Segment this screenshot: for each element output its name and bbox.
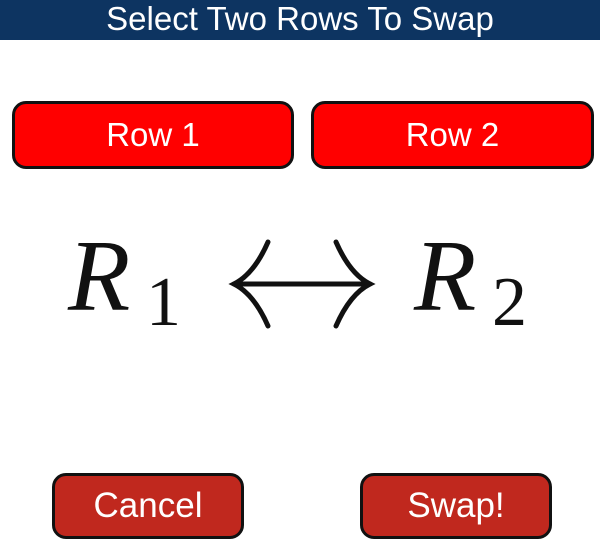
formula-right-symbol: R xyxy=(413,220,476,333)
formula-operator: ↔ xyxy=(50,200,51,201)
formula-right-subscript: 2 xyxy=(492,264,527,341)
formula-left-subscript: 1 xyxy=(146,264,181,341)
swap-formula: R 1 ↔ R 2 xyxy=(50,200,550,360)
row-2-button[interactable]: Row 2 xyxy=(311,101,594,169)
swap-button[interactable]: Swap! xyxy=(360,473,552,539)
swap-formula-graphic: R 1 ↔ R 2 xyxy=(50,200,527,341)
page-title: Select Two Rows To Swap xyxy=(0,0,600,40)
formula-left-symbol: R xyxy=(67,220,130,333)
cancel-button[interactable]: Cancel xyxy=(52,473,244,539)
row-1-button[interactable]: Row 1 xyxy=(12,101,294,169)
